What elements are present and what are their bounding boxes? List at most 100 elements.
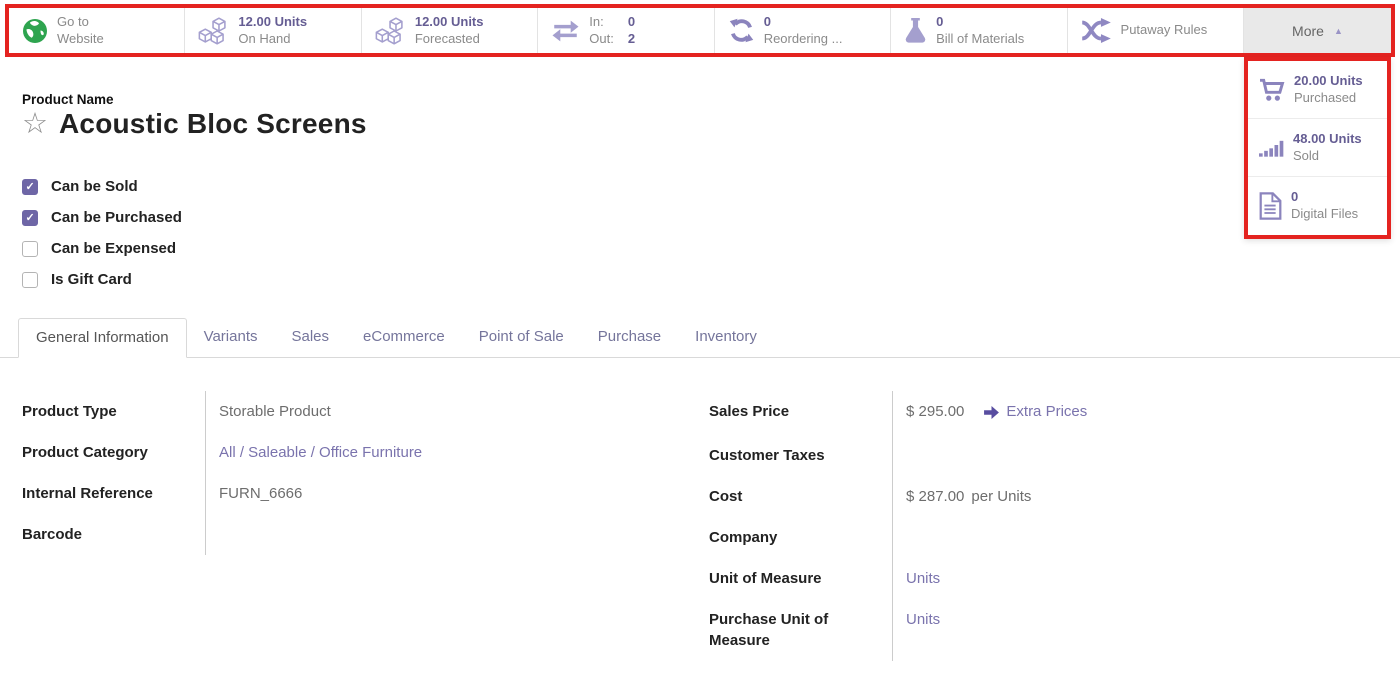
in-label: In: xyxy=(589,14,614,31)
unit-of-measure-row: Unit of Measure Units xyxy=(709,558,1376,599)
can-be-purchased-row[interactable]: Can be Purchased xyxy=(22,202,1400,233)
purchase-uom-label: Purchase Unit of Measure xyxy=(709,599,892,661)
on-hand-label: On Hand xyxy=(238,31,307,48)
in-value: 0 xyxy=(628,14,635,31)
is-gift-card-row[interactable]: Is Gift Card xyxy=(22,264,1400,295)
product-category-value[interactable]: All / Saleable / Office Furniture xyxy=(219,442,422,463)
company-label: Company xyxy=(709,517,892,558)
fields-right-column: Sales Price $ 295.00 Extra Prices Custom… xyxy=(709,391,1376,661)
go-to-website-label-line2: Website xyxy=(57,31,104,48)
internal-reference-label: Internal Reference xyxy=(22,473,205,514)
extra-prices-link[interactable]: Extra Prices xyxy=(1006,401,1087,422)
barcode-row: Barcode xyxy=(22,514,689,555)
tab-general-information[interactable]: General Information xyxy=(18,318,187,358)
product-type-value[interactable]: Storable Product xyxy=(219,401,331,422)
customer-taxes-label: Customer Taxes xyxy=(709,435,892,476)
purchased-label: Purchased xyxy=(1294,90,1363,107)
digital-files-menu-item[interactable]: 0 Digital Files xyxy=(1248,177,1387,235)
purchase-uom-row: Purchase Unit of Measure Units xyxy=(709,599,1376,661)
can-be-expensed-label: Can be Expensed xyxy=(51,240,176,257)
more-label: More xyxy=(1292,23,1324,39)
internal-reference-row: Internal Reference FURN_6666 xyxy=(22,473,689,514)
out-label: Out: xyxy=(589,31,614,48)
can-be-purchased-checkbox[interactable] xyxy=(22,210,38,226)
product-form-sheet: Product Name ☆ Acoustic Bloc Screens Can… xyxy=(0,92,1400,295)
company-row: Company xyxy=(709,517,1376,558)
exchange-arrows-icon xyxy=(551,18,580,44)
tab-variants[interactable]: Variants xyxy=(187,318,275,358)
internal-reference-value[interactable]: FURN_6666 xyxy=(219,483,302,504)
digital-files-value: 0 xyxy=(1291,189,1358,206)
purchased-menu-item[interactable]: 20.00 Units Purchased xyxy=(1248,61,1387,119)
on-hand-button[interactable]: 12.00 Units On Hand xyxy=(185,8,361,53)
bom-value: 0 xyxy=(936,14,1024,31)
product-name-title[interactable]: Acoustic Bloc Screens xyxy=(59,108,367,140)
go-to-website-button[interactable]: Go to Website xyxy=(9,8,185,53)
tab-inventory[interactable]: Inventory xyxy=(678,318,774,358)
cubes-icon xyxy=(375,17,406,45)
favorite-star-icon[interactable]: ☆ xyxy=(22,110,48,139)
in-out-button[interactable]: In: 0 Out: 2 xyxy=(538,8,714,53)
can-be-expensed-checkbox[interactable] xyxy=(22,241,38,257)
forecasted-value: 12.00 Units xyxy=(415,14,484,31)
sales-price-value[interactable]: $ 295.00 xyxy=(906,401,964,422)
reordering-label: Reordering ... xyxy=(764,31,843,48)
bill-of-materials-button[interactable]: 0 Bill of Materials xyxy=(891,8,1067,53)
putaway-label: Putaway Rules xyxy=(1121,22,1208,39)
sold-label: Sold xyxy=(1293,148,1362,165)
sold-menu-item[interactable]: 48.00 Units Sold xyxy=(1248,119,1387,177)
shopping-cart-icon xyxy=(1259,78,1285,102)
putaway-rules-button[interactable]: Putaway Rules xyxy=(1068,8,1244,53)
reordering-value: 0 xyxy=(764,14,843,31)
can-be-sold-checkbox[interactable] xyxy=(22,179,38,195)
notebook-tabs: General Information Variants Sales eComm… xyxy=(0,318,1400,358)
globe-icon xyxy=(22,18,48,44)
product-type-row: Product Type Storable Product xyxy=(22,391,689,432)
sales-price-label: Sales Price xyxy=(709,391,892,435)
can-be-purchased-label: Can be Purchased xyxy=(51,209,182,226)
sold-value: 48.00 Units xyxy=(1293,131,1362,148)
sales-price-row: Sales Price $ 295.00 Extra Prices xyxy=(709,391,1376,435)
is-gift-card-checkbox[interactable] xyxy=(22,272,38,288)
tab-ecommerce[interactable]: eCommerce xyxy=(346,318,462,358)
flask-icon xyxy=(904,17,927,44)
more-button[interactable]: More ▲ xyxy=(1244,8,1391,53)
can-be-sold-label: Can be Sold xyxy=(51,178,138,195)
fields-left-column: Product Type Storable Product Product Ca… xyxy=(22,391,689,661)
cost-row: Cost $ 287.00 per Units xyxy=(709,476,1376,517)
unit-of-measure-value[interactable]: Units xyxy=(906,568,940,589)
purchase-uom-value[interactable]: Units xyxy=(906,609,940,630)
go-to-website-label-line1: Go to xyxy=(57,14,104,31)
bom-label: Bill of Materials xyxy=(936,31,1024,48)
cost-suffix: per Units xyxy=(971,486,1031,507)
can-be-expensed-row[interactable]: Can be Expensed xyxy=(22,233,1400,264)
customer-taxes-row: Customer Taxes xyxy=(709,435,1376,476)
document-icon xyxy=(1259,192,1282,220)
can-be-sold-row[interactable]: Can be Sold xyxy=(22,171,1400,202)
digital-files-label: Digital Files xyxy=(1291,206,1358,223)
product-type-label: Product Type xyxy=(22,391,205,432)
tab-point-of-sale[interactable]: Point of Sale xyxy=(462,318,581,358)
reordering-rules-button[interactable]: 0 Reordering ... xyxy=(715,8,891,53)
refresh-icon xyxy=(728,18,755,43)
shuffle-icon xyxy=(1081,18,1112,43)
cubes-icon xyxy=(198,17,229,45)
bar-chart-icon xyxy=(1259,138,1284,157)
cost-value[interactable]: $ 287.00 xyxy=(906,486,964,507)
tab-purchase[interactable]: Purchase xyxy=(581,318,678,358)
cost-label: Cost xyxy=(709,476,892,517)
is-gift-card-label: Is Gift Card xyxy=(51,271,132,288)
forecasted-button[interactable]: 12.00 Units Forecasted xyxy=(362,8,538,53)
barcode-label: Barcode xyxy=(22,514,205,555)
stat-button-bar: Go to Website 12.00 Units On Hand 12.00 … xyxy=(5,4,1395,57)
internal-link-arrow-icon xyxy=(984,404,999,425)
more-dropdown-menu: 20.00 Units Purchased 48.00 Units Sold 0… xyxy=(1244,57,1391,239)
on-hand-value: 12.00 Units xyxy=(238,14,307,31)
product-name-field-label: Product Name xyxy=(22,92,1400,107)
caret-up-icon: ▲ xyxy=(1334,26,1343,36)
out-value: 2 xyxy=(628,31,635,48)
product-flags-group: Can be Sold Can be Purchased Can be Expe… xyxy=(22,171,1400,295)
product-category-row: Product Category All / Saleable / Office… xyxy=(22,432,689,473)
tab-sales[interactable]: Sales xyxy=(275,318,347,358)
unit-of-measure-label: Unit of Measure xyxy=(709,558,892,599)
